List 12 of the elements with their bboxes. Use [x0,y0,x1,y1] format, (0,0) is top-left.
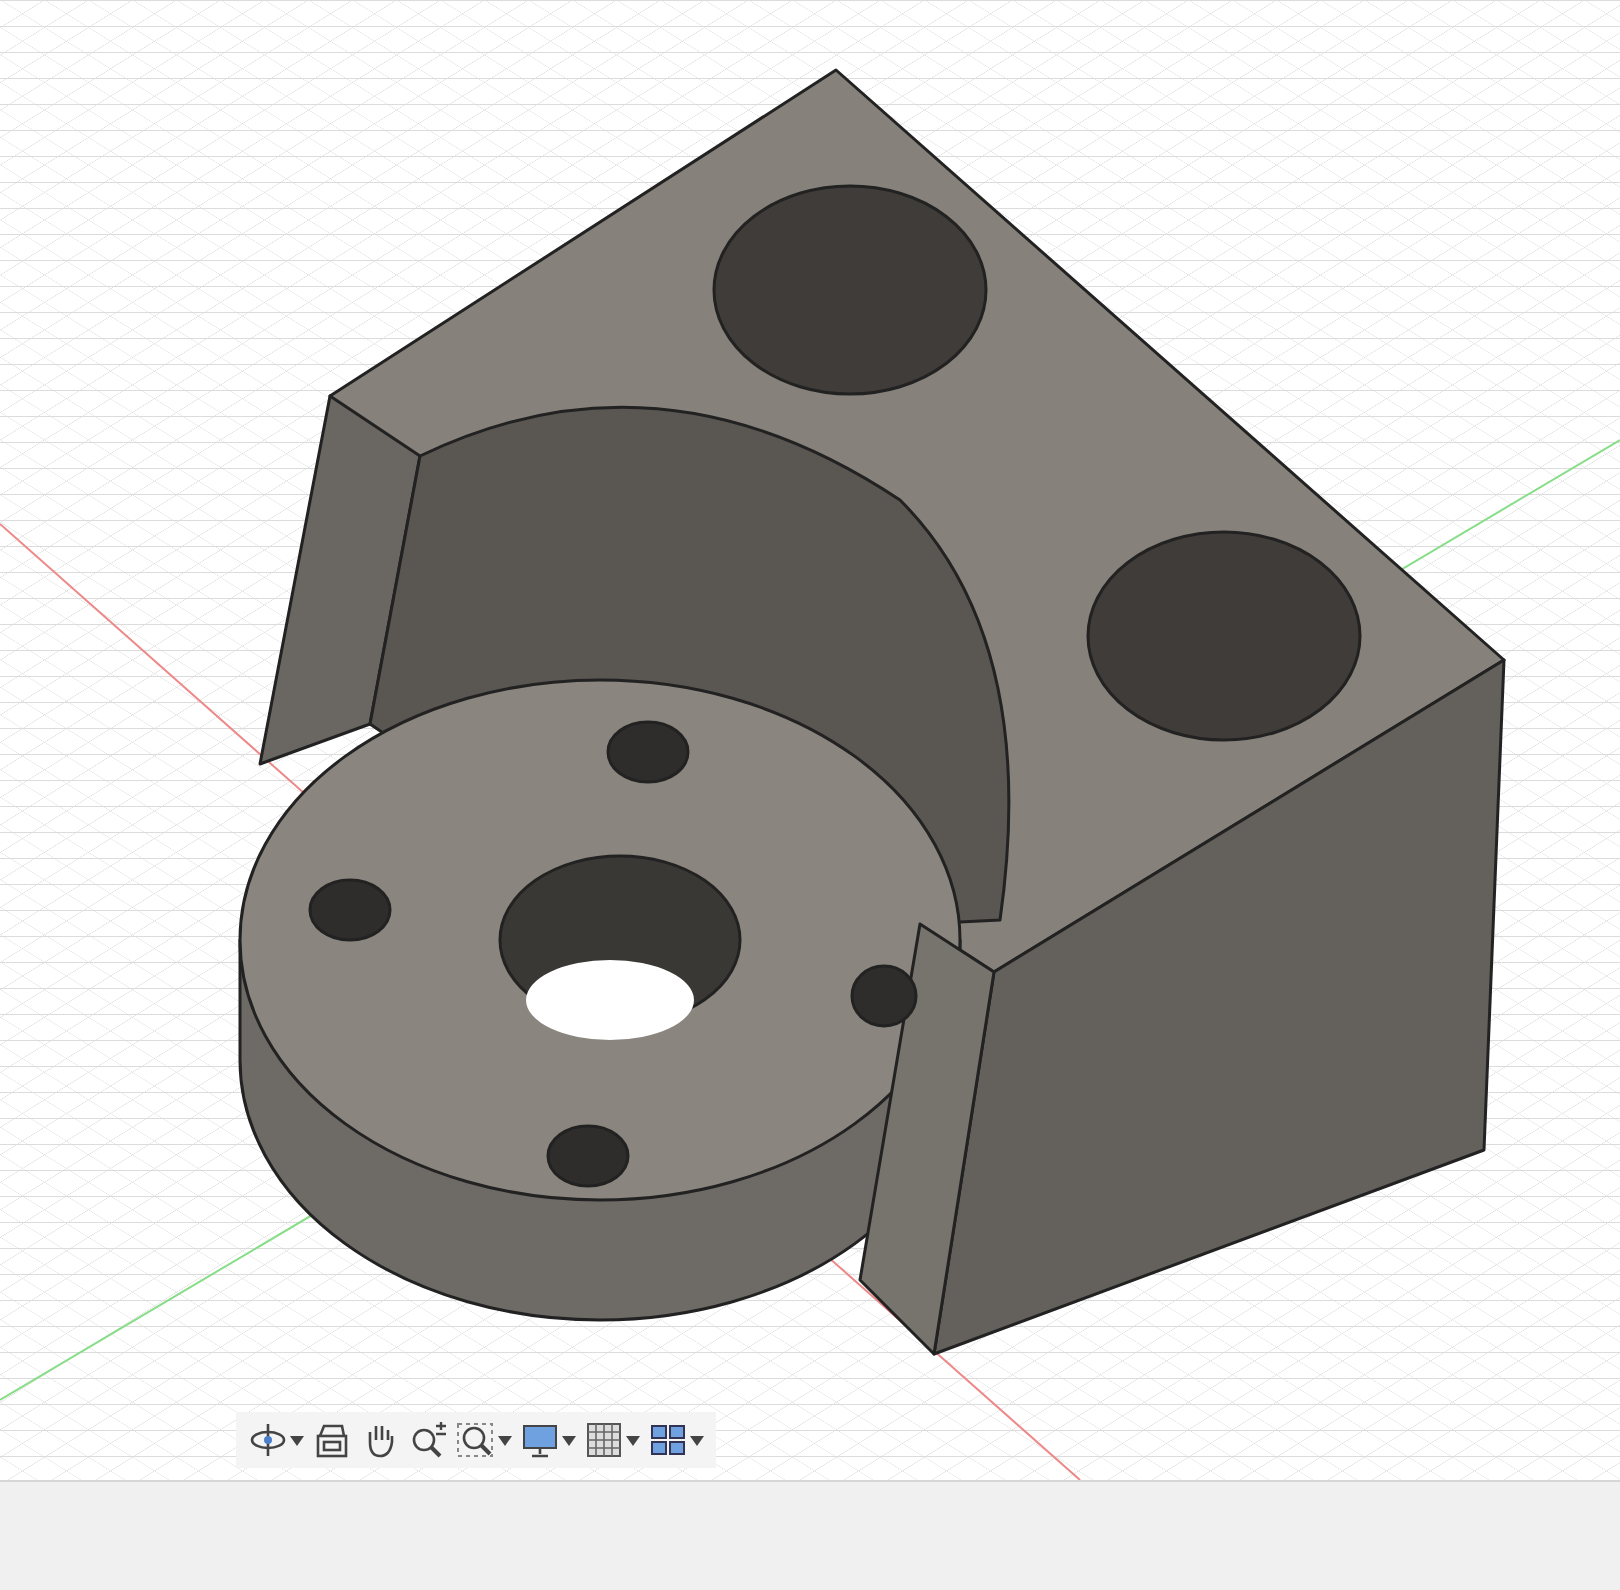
orbit-icon [248,1420,288,1460]
monitor-icon [520,1420,560,1460]
caret-icon [498,1435,512,1445]
caret-icon [290,1435,304,1445]
zoom-window-icon [456,1420,496,1460]
grid-icon [584,1420,624,1460]
caret-icon [626,1435,640,1445]
camera-icon [312,1420,352,1460]
viewports-icon [648,1420,688,1460]
caret-icon [690,1435,704,1445]
caret-icon [562,1435,576,1445]
zoom-icon [408,1420,448,1460]
